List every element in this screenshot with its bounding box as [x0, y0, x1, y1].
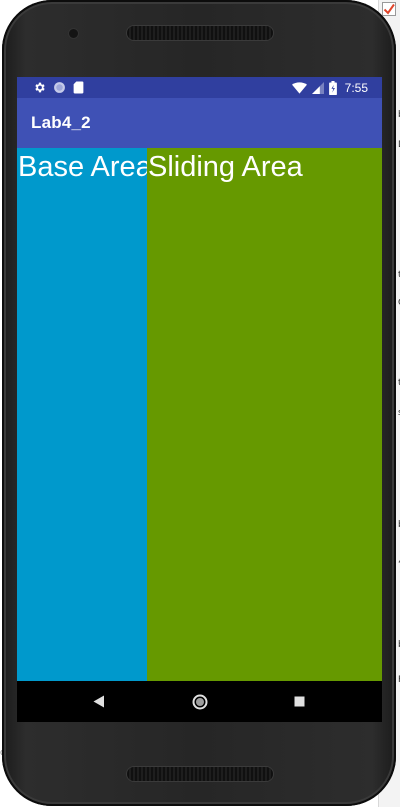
camera-icon	[69, 29, 78, 38]
navigation-bar	[17, 681, 382, 722]
device-screen: 7:55 Lab4_2 Base Area Sliding Area	[17, 77, 382, 722]
sliding-area-label: Sliding Area	[148, 151, 303, 183]
signal-icon	[311, 81, 324, 94]
battery-icon	[328, 80, 337, 95]
home-button[interactable]	[180, 681, 220, 722]
sliding-area[interactable]: Sliding Area	[147, 148, 382, 681]
status-bar: 7:55	[17, 77, 382, 98]
base-area-label: Base Area	[18, 151, 147, 183]
bottom-speaker	[127, 767, 273, 781]
status-clock: 7:55	[344, 80, 368, 95]
app-bar: Lab4_2	[17, 98, 382, 148]
circle-icon	[54, 82, 65, 93]
checkbox-icon	[382, 2, 396, 16]
gear-icon	[35, 82, 45, 93]
home-icon	[192, 694, 208, 709]
status-bar-right: 7:55	[291, 79, 368, 96]
app-title: Lab4_2	[31, 113, 91, 132]
base-area[interactable]: Base Area	[17, 148, 147, 681]
emulator-stage: b D t C t s b ‘ b F or	[0, 0, 400, 807]
back-button[interactable]	[79, 681, 119, 722]
top-speaker	[127, 26, 273, 40]
recents-icon	[294, 696, 304, 707]
recents-button[interactable]	[279, 681, 319, 722]
back-icon	[93, 695, 104, 708]
sd-card-icon	[73, 81, 84, 94]
status-bar-left	[33, 80, 84, 95]
phone-frame: 7:55 Lab4_2 Base Area Sliding Area	[2, 0, 396, 806]
wifi-icon	[291, 81, 307, 94]
app-content: Base Area Sliding Area	[17, 148, 382, 681]
